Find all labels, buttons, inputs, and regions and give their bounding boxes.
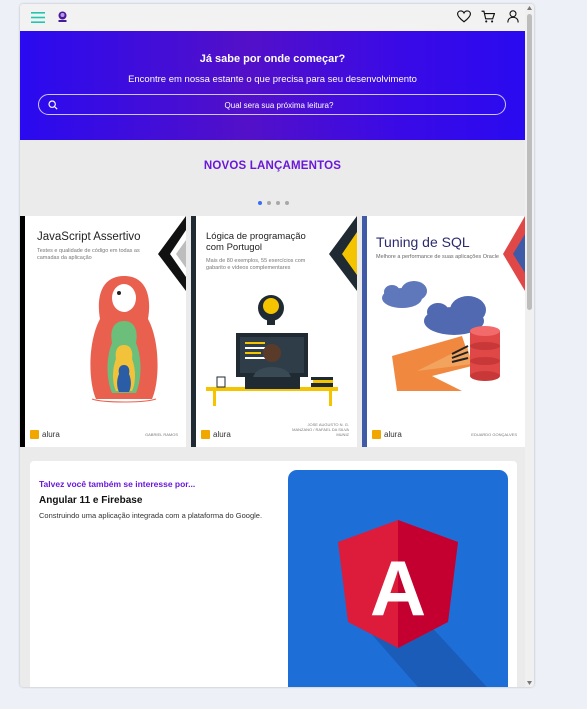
publisher-alura: alura: [42, 430, 60, 439]
book-spine: [362, 216, 367, 447]
book-spine: [191, 216, 196, 447]
app-frame: Já sabe por onde começar? Encontre em no…: [20, 4, 534, 687]
bookshelf-logo-icon[interactable]: [56, 10, 68, 23]
book-spine: [20, 216, 25, 447]
book-publisher: alura: [372, 430, 402, 439]
casa-do-codigo-logo-icon: [201, 430, 210, 439]
cloud-database-illustration-icon: [382, 281, 500, 391]
scroll-down-arrow-icon[interactable]: [526, 680, 533, 686]
publisher-alura: alura: [213, 430, 231, 439]
book-title: Lógica de programação com Portugol: [206, 231, 306, 253]
book-subtitle: Testes e qualidade de código em todas as…: [37, 248, 140, 261]
book-cover-tuning-de-sql[interactable]: Tuning de SQL Melhore a performance de s…: [362, 216, 525, 447]
suggestion-eyebrow: Talvez você também se interesse por...: [39, 479, 196, 489]
scroll-up-arrow-icon[interactable]: [526, 5, 533, 11]
book-title: JavaScript Assertivo: [37, 231, 141, 243]
carousel-dots: [258, 201, 289, 205]
scrollbar-thumb[interactable]: [527, 14, 532, 310]
search-input[interactable]: [63, 97, 495, 114]
programmer-illustration-icon: [206, 295, 338, 406]
chevron-decoration-icon: [329, 216, 357, 291]
hero-title: Já sabe por onde começar?: [199, 53, 346, 65]
cart-icon[interactable]: [481, 9, 495, 23]
hero-banner: Já sabe por onde começar? Encontre em no…: [20, 31, 525, 140]
suggestion-book-image[interactable]: A: [288, 470, 508, 687]
book-author: JOSE AUGUSTO N. G. MANZANO / RAFAEL DA S…: [292, 422, 349, 437]
angular-logo-icon: A: [338, 520, 487, 687]
new-releases-title: NOVOS LANÇAMENTOS: [203, 160, 342, 172]
book-subtitle: Mais de 80 exemplos, 55 exercícios com g…: [206, 258, 306, 271]
book-cover-javascript-assertivo[interactable]: JavaScript Assertivo Testes e qualidade …: [20, 216, 186, 447]
user-icon[interactable]: [506, 9, 519, 23]
heart-icon[interactable]: [457, 9, 471, 23]
carousel-dot-4[interactable]: [285, 201, 289, 205]
carousel-dot-2[interactable]: [267, 201, 271, 205]
hamburger-menu-icon[interactable]: [31, 10, 45, 24]
book-author: GABRIEL RAMOS: [145, 432, 178, 437]
vertical-scrollbar[interactable]: [525, 4, 534, 687]
carousel-dot-1[interactable]: [258, 201, 262, 205]
angular-letter: A: [370, 544, 426, 632]
top-bar: [20, 4, 525, 31]
book-publisher: alura: [201, 430, 231, 439]
suggestion-description: Construindo uma aplicação integrada com …: [39, 511, 263, 520]
book-title: Tuning de SQL: [376, 234, 470, 250]
suggestion-title[interactable]: Angular 11 e Firebase: [39, 495, 142, 506]
publisher-alura: alura: [384, 430, 402, 439]
book-publisher: alura: [30, 430, 60, 439]
search-icon[interactable]: [47, 99, 58, 110]
casa-do-codigo-logo-icon: [30, 430, 39, 439]
carousel-dot-3[interactable]: [276, 201, 280, 205]
hero-subtitle: Encontre em nossa estante o que precisa …: [128, 74, 417, 85]
search-box[interactable]: [38, 94, 506, 115]
book-subtitle: Melhore a performance de suas aplicações…: [376, 254, 499, 260]
casa-do-codigo-logo-icon: [372, 430, 381, 439]
suggestion-card[interactable]: Talvez você também se interesse por... A…: [30, 461, 517, 687]
book-cover-logica-portugol[interactable]: Lógica de programação com Portugol Mais …: [191, 216, 357, 447]
matryoshka-doll-icon: [90, 276, 158, 403]
book-author: EDUARDO GONÇALVES: [471, 432, 517, 437]
